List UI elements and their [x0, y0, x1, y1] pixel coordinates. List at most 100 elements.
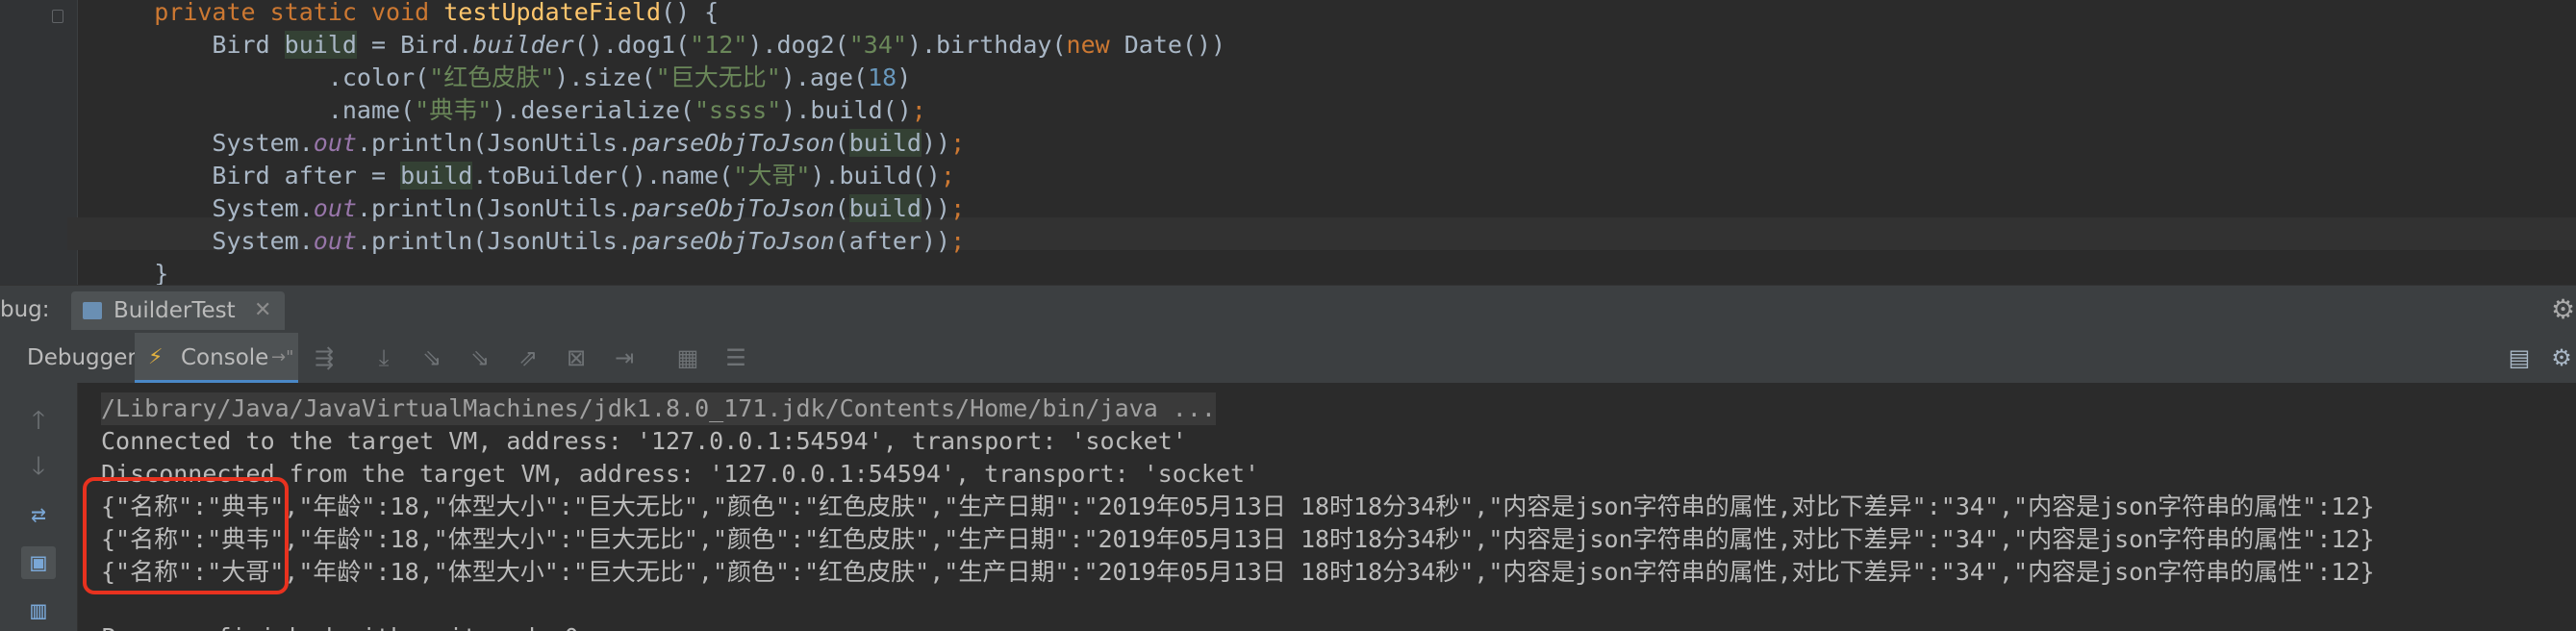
console-line: {"名称":"典韦","年龄":18,"体型大小":"巨大无比","颜色":"红… — [101, 492, 2375, 520]
editor-gutter[interactable] — [0, 0, 78, 285]
code-token: "大哥" — [733, 162, 811, 189]
tab-debugger[interactable]: Debugger — [19, 333, 140, 383]
console-icon: ⚡ — [148, 345, 164, 369]
code-token: ().dog1( — [573, 31, 691, 59]
debugger-toolbar: Debugger ⚡ Console →" ⇶ ⤓ ⇘ ⇘ ⇗ ⊠ ⇥ ▦ ☰ … — [0, 333, 2576, 384]
code-token: System. — [96, 227, 314, 255]
force-step-into-icon[interactable]: ⇘ — [466, 343, 494, 372]
run-config-icon — [83, 302, 102, 319]
code-token: ).size( — [554, 63, 656, 91]
code-line[interactable]: System.out.println(JsonUtils.parseObjToJ… — [96, 192, 965, 225]
arrow-up-icon[interactable]: 🡑 — [21, 404, 56, 437]
code-token: () { — [661, 0, 720, 26]
restore-layout-icon[interactable]: ▤ — [2505, 343, 2534, 372]
code-token: parseObjToJson — [631, 227, 835, 255]
code-token: "红色皮肤" — [429, 63, 555, 91]
code-line[interactable]: System.out.println(JsonUtils.parseObjToJ… — [96, 225, 965, 258]
code-token: new — [1066, 31, 1124, 59]
code-token: ; — [950, 227, 966, 255]
tab-console[interactable]: ⚡ Console →" — [135, 333, 298, 383]
console-line: {"名称":"典韦","年龄":18,"体型大小":"巨大无比","颜色":"红… — [101, 525, 2375, 553]
code-token: builder — [472, 31, 574, 59]
code-token: ; — [950, 129, 966, 157]
code-token: private static void — [154, 0, 444, 26]
code-token: "ssss" — [694, 96, 782, 124]
code-token: ).age( — [780, 63, 869, 91]
code-token: ).birthday( — [906, 31, 1067, 59]
console-line: /Library/Java/JavaVirtualMachines/jdk1.8… — [101, 392, 1216, 425]
code-token: parseObjToJson — [631, 129, 835, 157]
code-token: ).deserialize( — [492, 96, 695, 124]
code-line[interactable]: Bird after = build.toBuilder().name("大哥"… — [96, 160, 955, 192]
code-line[interactable]: private static void testUpdateField() { — [96, 0, 719, 29]
code-token: ).build() — [781, 96, 912, 124]
fold-marker-icon[interactable] — [52, 10, 63, 23]
settings-icon[interactable]: ⚙ — [2547, 343, 2576, 372]
trace-icon[interactable]: ☰ — [721, 343, 750, 372]
code-token: .println(JsonUtils. — [356, 129, 632, 157]
code-editor[interactable]: private static void testUpdateField() { … — [0, 0, 2576, 288]
console-line: Process finished with exit code 0 — [101, 621, 579, 631]
code-token: ; — [940, 162, 955, 189]
code-line[interactable]: .color("红色皮肤").size("巨大无比").age(18) — [96, 62, 911, 94]
code-token: testUpdateField — [443, 0, 662, 26]
code-token: "12" — [690, 31, 748, 59]
step-into-icon[interactable]: ⇘ — [417, 343, 446, 372]
code-token: build — [848, 129, 922, 157]
console-line: Disconnected from the target VM, address… — [101, 460, 1260, 488]
drop-frame-icon[interactable]: ⊠ — [562, 343, 591, 372]
console-output[interactable]: /Library/Java/JavaVirtualMachines/jdk1.8… — [78, 383, 2576, 631]
console-side-toolbar: 🡑 🡓 ⇄ ▣ ▥ — [0, 383, 78, 631]
step-over-icon[interactable]: ⤓ — [369, 343, 398, 372]
arrow-down-icon[interactable]: 🡓 — [21, 450, 56, 483]
console-line: {"名称":"大哥","年龄":18,"体型大小":"巨大无比","颜色":"红… — [101, 558, 2375, 586]
code-line[interactable]: .name("典韦").deserialize("ssss").build(); — [96, 94, 926, 127]
code-token: ; — [950, 194, 966, 222]
code-token: "巨大无比" — [655, 63, 781, 91]
code-token: "典韦" — [415, 96, 492, 124]
console-line: Connected to the target VM, address: '12… — [101, 427, 1187, 455]
code-token: build — [400, 162, 473, 189]
code-line[interactable]: Bird build = Bird.builder().dog1("12").d… — [96, 29, 1225, 62]
tab-console-label: Console — [181, 345, 269, 370]
code-token: ) — [897, 63, 912, 91]
code-token: .toBuilder().name( — [472, 162, 734, 189]
code-token: Date()) — [1124, 31, 1226, 59]
code-token: .println(JsonUtils. — [356, 227, 632, 255]
debug-tool-window-header: bug: BuilderTest ✕ ⚙ — [0, 285, 2576, 334]
code-token: "34" — [848, 31, 907, 59]
debug-window-title: bug: — [0, 297, 50, 322]
close-icon[interactable]: ✕ — [254, 291, 271, 330]
trash-icon[interactable]: ▥ — [21, 594, 56, 627]
code-token: build — [848, 194, 922, 222]
code-token: .println(JsonUtils. — [356, 194, 632, 222]
print-icon[interactable]: ▣ — [21, 546, 56, 579]
code-token: out — [313, 194, 357, 222]
tab-label: BuilderTest — [114, 298, 236, 323]
code-token: 18 — [868, 63, 897, 91]
code-token: ).dog2( — [747, 31, 849, 59]
evaluate-icon[interactable]: ▦ — [673, 343, 702, 372]
code-token: parseObjToJson — [631, 194, 835, 222]
code-token: )) — [921, 129, 951, 157]
code-token: ( — [834, 194, 849, 222]
gear-icon[interactable]: ⚙ — [2551, 295, 2576, 324]
code-token: ).build() — [810, 162, 941, 189]
tab-buildertest[interactable]: BuilderTest ✕ — [71, 291, 285, 330]
code-token: = Bird. — [356, 31, 473, 59]
code-token: System. — [96, 129, 314, 157]
code-token: build — [284, 31, 357, 59]
soft-wrap-icon[interactable]: ⇄ — [21, 498, 56, 531]
code-token: out — [313, 129, 357, 157]
run-to-cursor-icon[interactable]: ⇥ — [610, 343, 639, 372]
code-token: Bird — [96, 31, 285, 59]
code-token: out — [313, 227, 357, 255]
show-execution-point-icon[interactable]: ⇶ — [310, 343, 339, 372]
code-token: (after)) — [834, 227, 951, 255]
code-token: Bird after = — [96, 162, 401, 189]
code-token: )) — [921, 194, 951, 222]
code-token: .color( — [96, 63, 430, 91]
step-out-icon[interactable]: ⇗ — [514, 343, 543, 372]
code-line[interactable]: System.out.println(JsonUtils.parseObjToJ… — [96, 127, 965, 160]
